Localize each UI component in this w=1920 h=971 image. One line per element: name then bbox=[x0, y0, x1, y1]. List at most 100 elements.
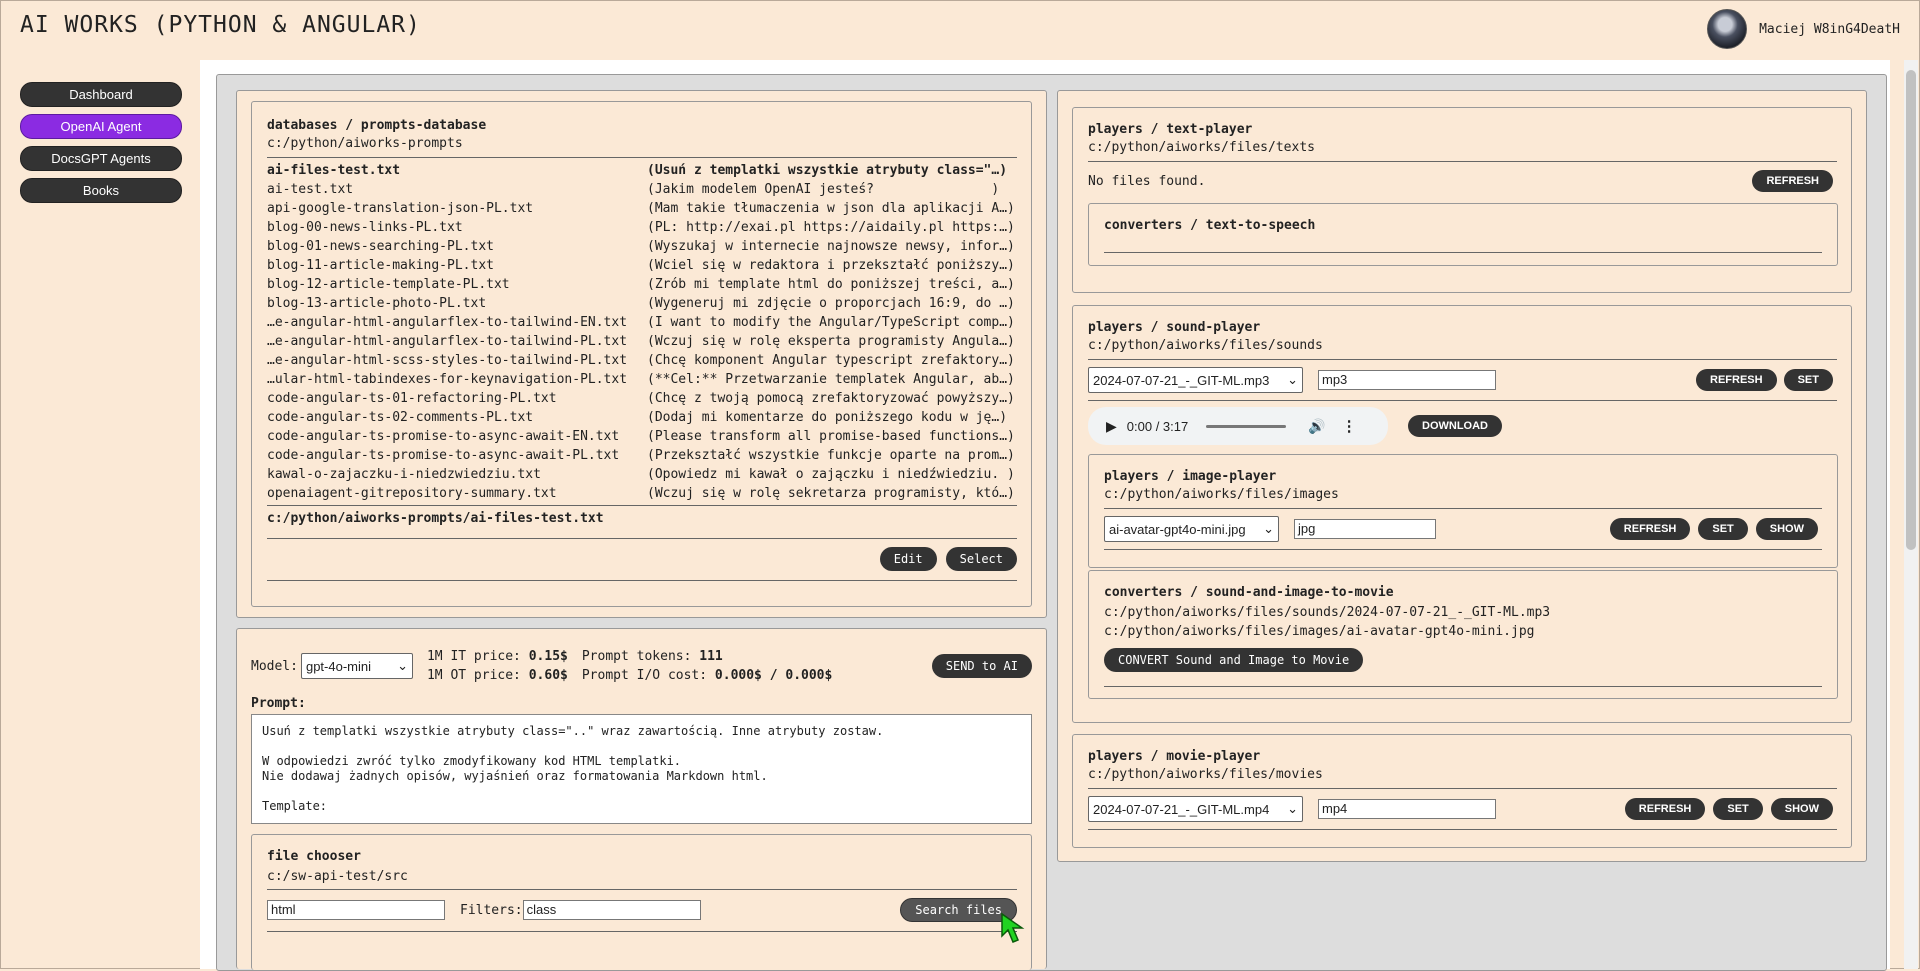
sound-player-panel: players / sound-player c:/python/aiworks… bbox=[1072, 305, 1852, 723]
prompt-file-preview: (Zrób mi template html do poniższej treś… bbox=[647, 277, 1015, 292]
prompt-line bbox=[262, 784, 1021, 799]
sidebar: Dashboard OpenAI Agent DocsGPT Agents Bo… bbox=[20, 82, 182, 210]
file-chooser-path: c:/sw-api-test/src bbox=[267, 869, 408, 884]
prompt-file-name: openaiagent-gitrepository-summary.txt bbox=[267, 486, 557, 501]
chevron-down-icon: ⌄ bbox=[397, 658, 408, 673]
list-item[interactable]: blog-12-article-template-PL.txt (Zrób mi … bbox=[267, 275, 1017, 294]
more-options-icon[interactable]: ⋮ bbox=[1342, 417, 1357, 435]
movie-show-button[interactable]: SHOW bbox=[1770, 798, 1833, 820]
list-item[interactable]: …e-angular-html-scss-styles-to-tailwind-… bbox=[267, 351, 1017, 370]
sound-refresh-button[interactable]: REFRESH bbox=[1696, 369, 1777, 391]
prompt-file-preview: (Mam takie tłumaczenia w json dla aplika… bbox=[647, 201, 1015, 216]
audio-seek-bar[interactable] bbox=[1206, 424, 1287, 428]
sound-set-button[interactable]: SET bbox=[1783, 369, 1833, 391]
chevron-down-icon: ⌄ bbox=[1287, 372, 1298, 387]
edit-button[interactable]: Edit bbox=[879, 547, 937, 571]
prompt-file-preview: (Usuń z templatki wszystkie atrybuty cla… bbox=[647, 163, 1008, 178]
movie-converter-image-path: c:/python/aiworks/files/images/ai-avatar… bbox=[1104, 624, 1535, 639]
scrollbar-thumb[interactable] bbox=[1906, 70, 1916, 550]
prompt-file-preview: (Dodaj mi komentarze do poniższego kodu … bbox=[647, 410, 1008, 425]
text-player-title: players / text-player bbox=[1088, 122, 1253, 137]
sound-player-path: c:/python/aiworks/files/sounds bbox=[1088, 338, 1323, 353]
prompt-file-name: code-angular-ts-promise-to-async-await-E… bbox=[267, 429, 620, 444]
sound-extension-input[interactable]: mp3 bbox=[1318, 370, 1496, 390]
text-player-status: No files found. bbox=[1088, 173, 1206, 189]
list-item[interactable]: ai-test.txt (Jakim modelem OpenAI jesteś?… bbox=[267, 180, 1017, 199]
cursor-icon bbox=[1001, 912, 1025, 943]
prompts-database-path: c:/python/aiworks-prompts bbox=[267, 136, 463, 151]
prompt-file-preview: (Chcę z twoją pomocą zrefaktoryzować pow… bbox=[647, 391, 1015, 406]
user-menu[interactable]: Maciej W8inG4DeatH bbox=[1707, 9, 1900, 49]
prompt-file-preview: (Opowiedz mi kawał o zajączku i niedźwie… bbox=[647, 467, 1015, 482]
play-icon[interactable]: ▶ bbox=[1106, 418, 1117, 435]
select-button[interactable]: Select bbox=[945, 547, 1017, 571]
image-file-select[interactable]: ai-avatar-gpt4o-mini.jpg ⌄ bbox=[1104, 516, 1279, 542]
list-item[interactable]: code-angular-ts-promise-to-async-await-E… bbox=[267, 427, 1017, 446]
prompt-file-name: api-google-translation-json-PL.txt bbox=[267, 201, 534, 216]
list-item[interactable]: code-angular-ts-02-comments-PL.txt (Dodaj… bbox=[267, 408, 1017, 427]
sidebar-item-openai-agent[interactable]: OpenAI Agent bbox=[20, 114, 182, 139]
volume-icon[interactable]: 🔊 bbox=[1308, 418, 1325, 435]
list-item[interactable]: …e-angular-html-angularflex-to-tailwind-… bbox=[267, 332, 1017, 351]
list-item[interactable]: blog-13-article-photo-PL.txt (Wygeneruj m… bbox=[267, 294, 1017, 313]
prompt-line: Template: bbox=[262, 799, 328, 813]
prompt-file-name: ai-test.txt bbox=[267, 182, 354, 197]
sidebar-item-dashboard[interactable]: Dashboard bbox=[20, 82, 182, 107]
list-item[interactable]: blog-11-article-making-PL.txt (Wciel się … bbox=[267, 256, 1017, 275]
list-item[interactable]: …e-angular-html-angularflex-to-tailwind-… bbox=[267, 313, 1017, 332]
image-show-button[interactable]: SHOW bbox=[1755, 518, 1818, 540]
send-to-ai-button[interactable]: SEND to AI bbox=[931, 654, 1032, 678]
movie-extension-input[interactable]: mp4 bbox=[1318, 799, 1496, 819]
model-select[interactable]: gpt-4o-mini ⌄ bbox=[300, 653, 413, 679]
sidebar-item-books[interactable]: Books bbox=[20, 178, 182, 203]
text-refresh-button[interactable]: REFRESH bbox=[1752, 170, 1833, 192]
prompt-line: Nie dodawaj żadnych opisów, wyjaśnień or… bbox=[262, 769, 768, 783]
list-item[interactable]: kawal-o-zajaczku-i-niedzwiedziu.txt (Opow… bbox=[267, 465, 1017, 484]
selected-file-path: c:/python/aiworks-prompts/ai-files-test.… bbox=[267, 511, 604, 526]
prompt-file-preview: (Wczuj się w rolę eksperta programisty A… bbox=[647, 334, 1015, 349]
list-item[interactable]: openaiagent-gitrepository-summary.txt (Wc… bbox=[267, 484, 1017, 503]
sound-file-select[interactable]: 2024-07-07-21_-_GIT-ML.mp3 ⌄ bbox=[1088, 367, 1303, 393]
file-extension-input[interactable]: html bbox=[267, 900, 445, 920]
list-item[interactable]: ai-files-test.txt (Usuń z templatki wszys… bbox=[267, 161, 1017, 180]
text-to-speech-title: converters / text-to-speech bbox=[1104, 218, 1316, 233]
list-item[interactable]: code-angular-ts-01-refactoring-PL.txt (Ch… bbox=[267, 389, 1017, 408]
list-item[interactable]: api-google-translation-json-PL.txt (Mam t… bbox=[267, 199, 1017, 218]
sidebar-item-docsgpt-agents[interactable]: DocsGPT Agents bbox=[20, 146, 182, 171]
prompt-file-name: …e-angular-html-angularflex-to-tailwind-… bbox=[267, 315, 628, 330]
movie-set-button[interactable]: SET bbox=[1713, 798, 1763, 820]
prompt-cost-value: 0.000$ / 0.000$ bbox=[714, 668, 833, 683]
sound-player-title: players / sound-player bbox=[1088, 320, 1261, 335]
ot-price-value: 0.60$ bbox=[528, 668, 568, 683]
sound-image-to-movie-panel: converters / sound-and-image-to-movie c:… bbox=[1088, 570, 1838, 699]
prompt-file-preview: (Jakim modelem OpenAI jesteś? ) bbox=[647, 182, 1000, 197]
movie-file-select[interactable]: 2024-07-07-21_-_GIT-ML.mp4 ⌄ bbox=[1088, 796, 1303, 822]
image-extension-input[interactable]: jpg bbox=[1294, 519, 1436, 539]
prompt-file-name: blog-11-article-making-PL.txt bbox=[267, 258, 494, 273]
prompt-file-name: …e-angular-html-angularflex-to-tailwind-… bbox=[267, 334, 628, 349]
avatar[interactable] bbox=[1707, 9, 1748, 49]
movie-player-title: players / movie-player bbox=[1088, 749, 1261, 764]
movie-refresh-button[interactable]: REFRESH bbox=[1624, 798, 1706, 820]
image-refresh-button[interactable]: REFRESH bbox=[1609, 518, 1691, 540]
prompt-file-preview: (Przekształć wszystkie funkcje oparte na… bbox=[647, 448, 1015, 463]
prompt-file-preview: (Wyszukaj w internecie najnowsze newsy, … bbox=[647, 239, 1015, 254]
image-set-button[interactable]: SET bbox=[1698, 518, 1748, 540]
list-item[interactable]: code-angular-ts-promise-to-async-await-P… bbox=[267, 446, 1017, 465]
convert-to-movie-button[interactable]: CONVERT Sound and Image to Movie bbox=[1104, 648, 1364, 672]
list-item[interactable]: blog-01-news-searching-PL.txt (Wyszukaj w… bbox=[267, 237, 1017, 256]
prompt-file-name: blog-13-article-photo-PL.txt bbox=[267, 296, 487, 311]
prompt-file-preview: (PL: http://exai.pl https://aidaily.pl h… bbox=[647, 220, 1015, 235]
prompt-textarea[interactable]: Usuń z templatki wszystkie atrybuty clas… bbox=[251, 714, 1032, 824]
prompts-database-card: databases / prompts-database c:/python/a… bbox=[236, 90, 1047, 618]
download-button[interactable]: DOWNLOAD bbox=[1408, 415, 1502, 437]
prompt-file-preview: (Wczuj się w rolę sekretarza programisty… bbox=[647, 486, 1015, 501]
filters-input[interactable]: class bbox=[522, 900, 701, 920]
prompt-file-preview: (Wciel się w redaktora i przekształć pon… bbox=[647, 258, 1015, 273]
list-item[interactable]: blog-00-news-links-PL.txt (PL: http://exa… bbox=[267, 218, 1017, 237]
audio-player[interactable]: ▶ 0:00 / 3:17 🔊 ⋮ bbox=[1088, 407, 1388, 445]
prompt-file-name: ai-files-test.txt bbox=[267, 163, 401, 178]
list-item[interactable]: …ular-html-tabindexes-for-keynavigation-… bbox=[267, 370, 1017, 389]
user-name: Maciej W8inG4DeatH bbox=[1759, 21, 1900, 37]
prompt-file-name: …ular-html-tabindexes-for-keynavigation-… bbox=[267, 372, 628, 387]
